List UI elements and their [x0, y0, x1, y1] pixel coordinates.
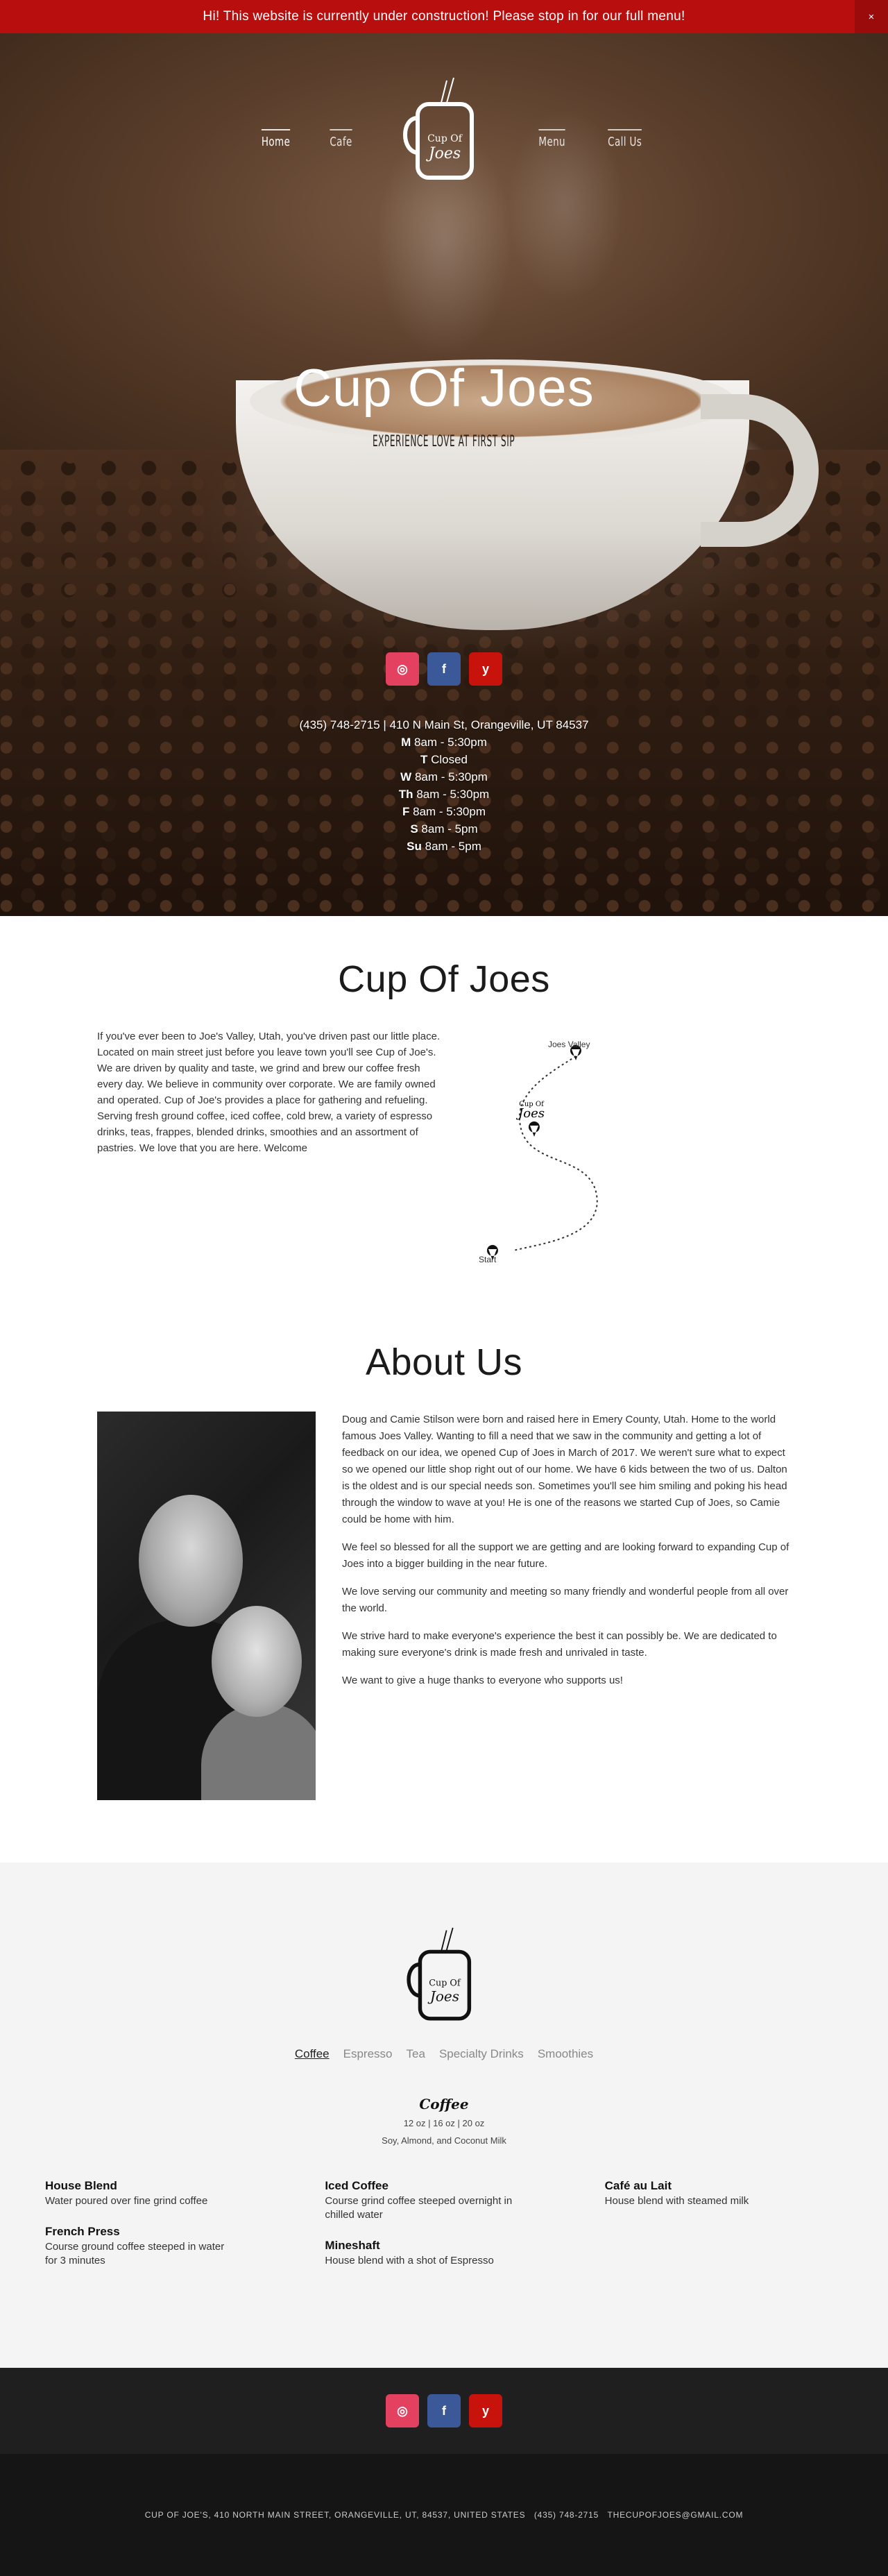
menu-section: Cup Of Joes Coffee Espresso Tea Specialt… — [0, 1863, 888, 2368]
footer-social-band: ◎ f y — [0, 2368, 888, 2454]
nav-home[interactable]: Home — [261, 129, 291, 149]
hours-row: M 8am - 5:30pm — [401, 736, 487, 749]
facebook-icon[interactable]: f — [427, 652, 461, 686]
menu-item: French Press Course ground coffee steepe… — [45, 2225, 225, 2266]
hours-row: Th 8am - 5:30pm — [398, 788, 490, 801]
instagram-icon[interactable]: ◎ — [386, 2394, 419, 2427]
owners-photo — [97, 1412, 316, 1800]
main-nav: Home Cafe Cup Of Joes Menu Call Us — [0, 75, 888, 180]
footer-email[interactable]: THECUPOFJOES@GMAIL.COM — [608, 2510, 744, 2520]
hours-row: W 8am - 5:30pm — [400, 770, 488, 783]
hours-block: (435) 748-2715 | 410 N Main St, Orangevi… — [0, 716, 888, 855]
intro-section: Cup Of Joes If you've ever been to Joe's… — [0, 916, 888, 1334]
menu-item: Iced Coffee Course grind coffee steeped … — [325, 2179, 513, 2221]
footer-address: CUP OF JOE'S, 410 NORTH MAIN STREET, ORA… — [144, 2510, 526, 2520]
footer-phone[interactable]: (435) 748-2715 — [534, 2510, 599, 2520]
tab-espresso[interactable]: Espresso — [343, 2047, 393, 2061]
yelp-icon[interactable]: y — [469, 2394, 502, 2427]
nav-call-us[interactable]: Call Us — [608, 129, 642, 149]
route-logo-bottom: Joes — [515, 1106, 545, 1121]
about-paragraph: We feel so blessed for all the support w… — [342, 1541, 789, 1570]
about-paragraph: We love serving our community and meetin… — [342, 1586, 789, 1614]
menu-tabs: Coffee Espresso Tea Specialty Drinks Smo… — [0, 2047, 888, 2061]
pin-icon — [528, 1121, 540, 1137]
hours-row: T Closed — [420, 753, 468, 766]
about-paragraph: We strive hard to make everyone's experi… — [342, 1630, 777, 1659]
logo-text-top: Cup Of — [427, 133, 463, 144]
about-title: About Us — [365, 1341, 523, 1383]
hero-subtitle: EXPERIENCE LOVE AT FIRST SIP — [373, 433, 515, 450]
nav-menu[interactable]: Menu — [538, 129, 565, 149]
menu-heading: Coffee — [419, 2096, 469, 2112]
mug-logo-icon[interactable]: Cup Of Joes — [398, 75, 490, 186]
menu-sizes: 12 oz | 16 oz | 20 oz — [403, 2118, 485, 2128]
tab-specialty-drinks[interactable]: Specialty Drinks — [439, 2047, 524, 2061]
about-section: About Us Doug and Camie Stilson were bor… — [0, 1334, 888, 1863]
about-paragraph: Doug and Camie Stilson were born and rai… — [342, 1414, 787, 1525]
hours-row: Su 8am - 5pm — [407, 840, 481, 853]
about-paragraph: We want to give a huge thanks to everyon… — [342, 1675, 623, 1686]
site-footer: CUP OF JOE'S, 410 NORTH MAIN STREET, ORA… — [0, 2454, 888, 2576]
menu-item: Café au Lait House blend with steamed mi… — [604, 2179, 749, 2207]
tab-tea[interactable]: Tea — [407, 2047, 425, 2061]
logo-text-top: Cup Of — [429, 1978, 461, 1988]
menu-milks: Soy, Almond, and Coconut Milk — [382, 2135, 506, 2146]
route-label-top: Joes Valley — [548, 1040, 590, 1049]
hero-section: Home Cafe Cup Of Joes Menu Call Us Cup O… — [0, 33, 888, 916]
mug-logo-icon: Cup Of Joes — [407, 1927, 472, 2021]
intro-text: If you've ever been to Joe's Valley, Uta… — [97, 1031, 441, 1154]
hero-title: Cup Of Joes — [293, 359, 595, 418]
logo-text-bottom: Joes — [426, 145, 461, 162]
hours-row: S 8am - 5pm — [410, 822, 478, 836]
route-label-start: Start — [479, 1255, 497, 1264]
announcement-bar: Hi! This website is currently under cons… — [0, 0, 888, 33]
close-icon[interactable]: × — [855, 0, 888, 33]
instagram-icon[interactable]: ◎ — [386, 652, 419, 686]
menu-item: Mineshaft House blend with a shot of Esp… — [325, 2239, 494, 2266]
contact-line: (435) 748-2715 | 410 N Main St, Orangevi… — [299, 718, 589, 731]
tab-coffee[interactable]: Coffee — [295, 2047, 330, 2061]
menu-item: House Blend Water poured over fine grind… — [45, 2179, 208, 2207]
intro-title: Cup Of Joes — [338, 958, 550, 1000]
hero-social-links: ◎ f y — [0, 652, 888, 686]
hours-row: F 8am - 5:30pm — [402, 805, 486, 818]
announcement-text: Hi! This website is currently under cons… — [203, 9, 685, 24]
yelp-icon[interactable]: y — [469, 652, 502, 686]
logo-text-bottom: Joes — [427, 1988, 459, 2004]
facebook-icon[interactable]: f — [427, 2394, 461, 2427]
tab-smoothies[interactable]: Smoothies — [538, 2047, 593, 2061]
route-map: Cup Of Joes — [486, 1045, 598, 1260]
nav-cafe[interactable]: Cafe — [330, 129, 352, 149]
